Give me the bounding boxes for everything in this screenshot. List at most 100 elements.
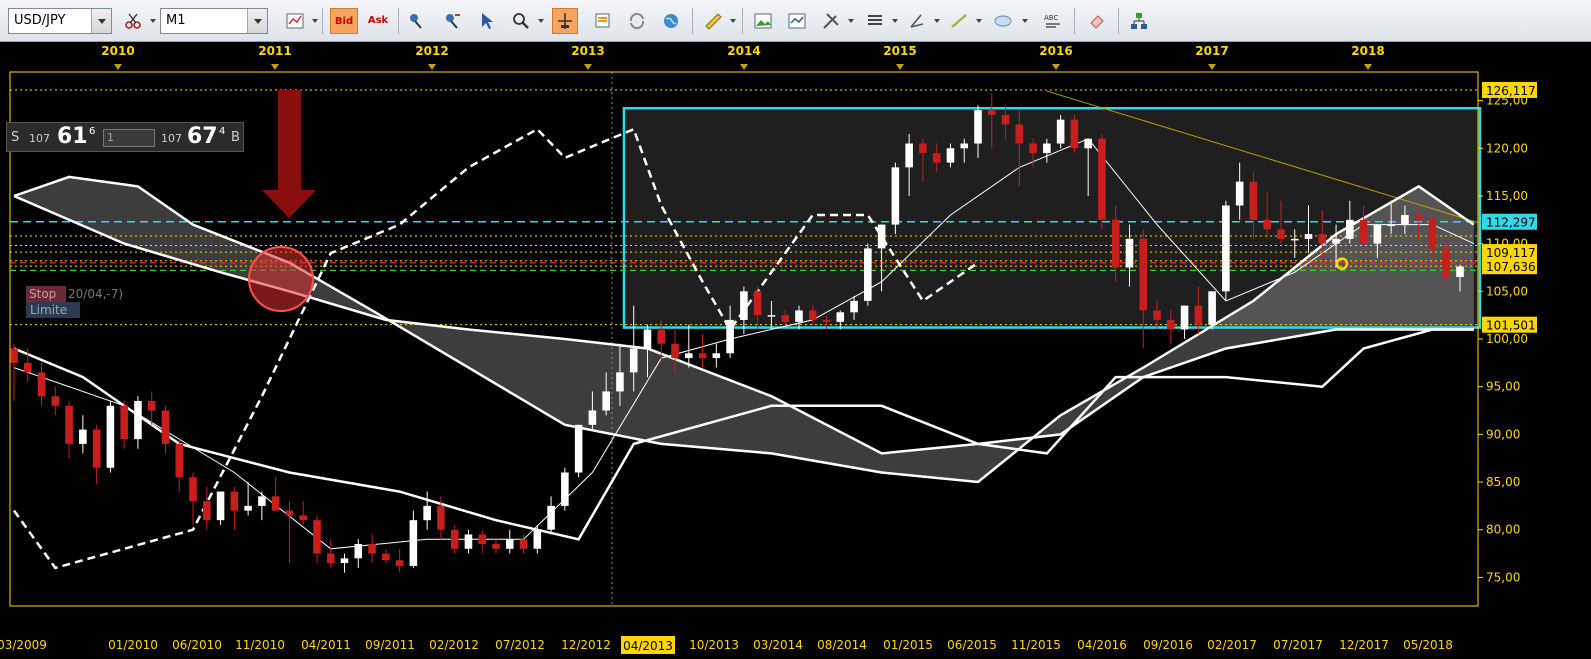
candle-body <box>1125 238 1134 268</box>
buy-price-big[interactable]: 67 <box>187 124 218 149</box>
axis-tick-label: 100,00 <box>1486 332 1528 346</box>
sell-price-big[interactable]: 61 <box>57 124 88 149</box>
candle <box>216 491 225 525</box>
candle-body <box>354 544 363 559</box>
symbol-select[interactable]: USD/JPY <box>8 8 112 34</box>
order-icon[interactable] <box>404 8 430 34</box>
scissors-icon[interactable] <box>120 8 146 34</box>
date-label: 12/2012 <box>561 638 611 652</box>
trend-icon[interactable] <box>440 8 466 34</box>
candle-body <box>1263 219 1271 230</box>
separator <box>1118 8 1119 34</box>
notes-icon[interactable] <box>590 8 616 34</box>
chevron-down-icon[interactable] <box>150 19 156 23</box>
chevron-down-icon[interactable] <box>1022 19 1028 23</box>
date-label: 06/2010 <box>172 638 222 652</box>
candle-body <box>795 310 803 322</box>
crosshair-icon[interactable] <box>552 8 578 34</box>
indicators-icon[interactable] <box>784 8 810 34</box>
candle-body <box>836 312 845 322</box>
chevron-down-icon[interactable] <box>312 19 318 23</box>
candle-body <box>919 143 927 154</box>
candle-body <box>1428 219 1437 249</box>
candle-body <box>1180 305 1189 330</box>
pencil-icon[interactable] <box>904 8 930 34</box>
candle-body <box>712 353 721 359</box>
picture-icon[interactable] <box>750 8 776 34</box>
candle-body <box>753 291 762 316</box>
refresh-icon[interactable] <box>624 8 650 34</box>
candle-body <box>23 362 32 373</box>
candle-body <box>1153 310 1161 320</box>
candle-body <box>492 544 500 549</box>
candle-body <box>1401 215 1409 225</box>
sell-button[interactable]: S <box>11 130 19 145</box>
chevron-down-icon[interactable] <box>976 19 982 23</box>
candle <box>382 548 390 564</box>
candle <box>685 324 693 368</box>
candle-body <box>1249 181 1258 220</box>
date-label: 03/2014 <box>753 638 803 652</box>
stop-order-tag[interactable]: Stop <box>26 286 66 302</box>
candle-body <box>533 529 542 549</box>
candle-body <box>161 410 170 444</box>
candle <box>189 472 197 525</box>
globe-icon[interactable] <box>658 8 684 34</box>
candle-body <box>629 348 638 373</box>
cursor-icon[interactable] <box>474 8 500 34</box>
ask-button[interactable]: Ask <box>364 8 392 34</box>
ruler-icon[interactable] <box>700 8 726 34</box>
text-icon[interactable]: ABC <box>1040 8 1066 34</box>
limit-order-tag[interactable]: Limite <box>26 302 80 318</box>
timeframe-value: M1 <box>166 13 186 28</box>
price-label-text: 109,117 <box>1486 246 1536 260</box>
tree-icon[interactable] <box>1126 8 1152 34</box>
range-box <box>622 106 1482 329</box>
chevron-down-icon[interactable] <box>91 9 111 33</box>
candle-body <box>230 491 239 511</box>
candle <box>1208 291 1216 330</box>
candle-body <box>134 400 142 440</box>
candle-body <box>51 396 60 406</box>
separator <box>1074 8 1075 34</box>
candles-icon[interactable] <box>282 8 308 34</box>
candle <box>1180 305 1189 339</box>
ellipse-icon[interactable] <box>990 8 1016 34</box>
quantity-input[interactable]: 1 <box>103 129 155 147</box>
chevron-down-icon[interactable] <box>848 19 854 23</box>
chevron-down-icon[interactable] <box>892 19 898 23</box>
timeframe-select[interactable]: M1 <box>160 8 268 34</box>
buy-button[interactable]: B <box>231 130 240 145</box>
candle <box>561 467 569 511</box>
candle-body <box>1359 219 1368 244</box>
candle-body <box>588 410 597 425</box>
candle-body <box>822 319 831 322</box>
chevron-down-icon[interactable] <box>730 19 736 23</box>
candle-body <box>891 167 900 225</box>
candle-body <box>574 424 583 473</box>
chart-area[interactable]: 2010 2011 2012 2013 2014 2015 2016 2017 2018 03/2… <box>0 42 1591 659</box>
chevron-down-icon[interactable] <box>247 9 267 33</box>
zoom-icon[interactable] <box>508 8 534 34</box>
candle-body <box>1001 114 1010 125</box>
tools-icon[interactable] <box>818 8 844 34</box>
eraser-icon[interactable] <box>1084 8 1110 34</box>
cursor-date-label: 04/2013 <box>623 639 673 653</box>
bid-button[interactable]: Bid <box>330 8 358 34</box>
candle-body <box>285 510 294 516</box>
candle <box>450 524 459 554</box>
trendline-icon[interactable] <box>946 8 972 34</box>
year-label: 2012 <box>415 44 448 58</box>
date-label: 07/2012 <box>495 638 545 652</box>
chevron-down-icon[interactable] <box>538 19 544 23</box>
candle-body <box>1456 266 1464 278</box>
candle-body <box>1373 224 1382 244</box>
lines-icon[interactable] <box>862 8 888 34</box>
chevron-down-icon[interactable] <box>934 19 940 23</box>
candle-body <box>10 348 18 363</box>
order-label[interactable]: Stop 20/04,-7) Limite <box>22 286 142 322</box>
candle-body <box>1167 319 1175 330</box>
date-label: 12/2017 <box>1339 638 1389 652</box>
candle-body <box>1346 219 1354 239</box>
candle <box>244 482 252 516</box>
